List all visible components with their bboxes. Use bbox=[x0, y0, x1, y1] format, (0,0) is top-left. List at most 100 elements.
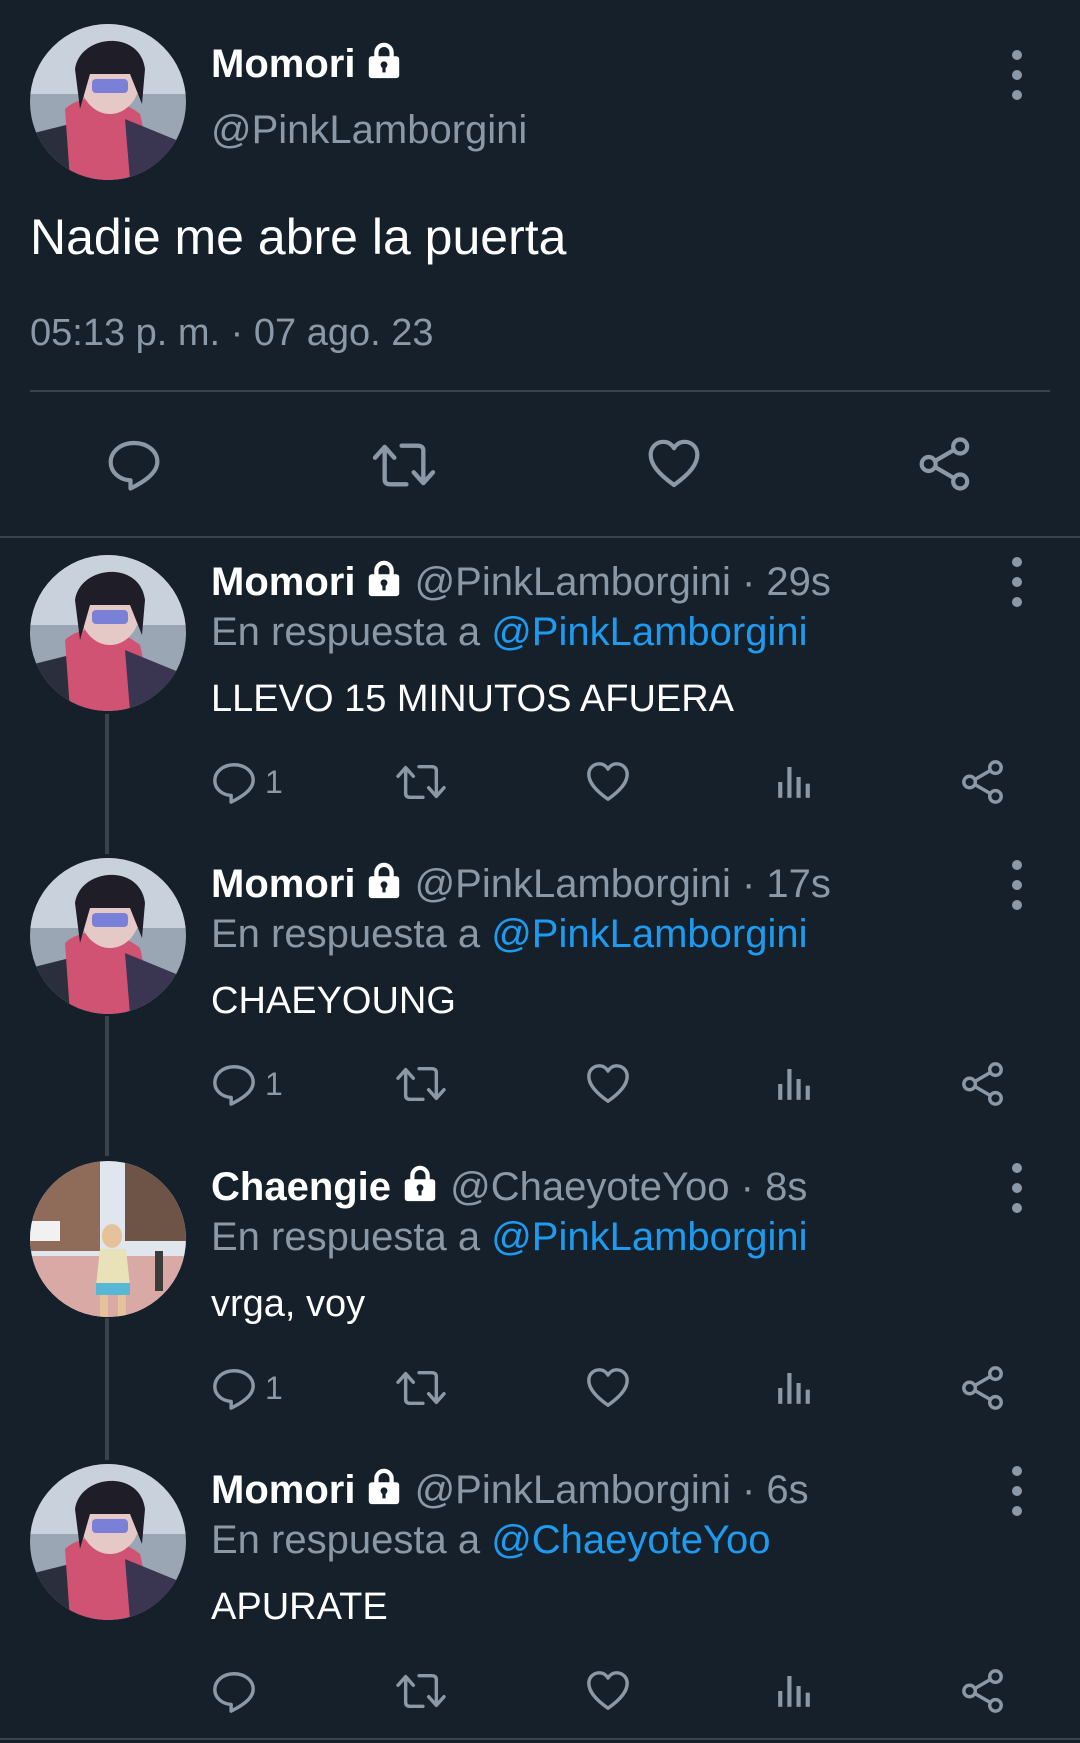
heart-icon bbox=[585, 1365, 631, 1411]
reply-header: Momori @PinkLamborgini · 17s bbox=[211, 862, 831, 907]
lock-icon bbox=[365, 1468, 403, 1506]
divider bbox=[0, 1738, 1080, 1740]
retweet-button[interactable] bbox=[394, 1358, 448, 1418]
avatar-image bbox=[30, 24, 186, 180]
main-author-handle[interactable]: @PinkLamborgini bbox=[211, 108, 527, 153]
retweet-icon[interactable] bbox=[370, 436, 438, 494]
share-button[interactable] bbox=[960, 752, 1006, 812]
share-icon bbox=[960, 1668, 1006, 1714]
reply-button[interactable] bbox=[211, 1661, 265, 1721]
retweet-icon bbox=[394, 1668, 448, 1714]
reply-button[interactable]: 1 bbox=[211, 1358, 283, 1418]
reply-to-prefix: En respuesta a bbox=[211, 1215, 492, 1259]
reply-author-handle[interactable]: @PinkLamborgini bbox=[415, 862, 731, 906]
reply-author-handle[interactable]: @PinkLamborgini bbox=[415, 560, 731, 604]
reply-icon[interactable] bbox=[106, 436, 162, 492]
reply-button[interactable]: 1 bbox=[211, 752, 283, 812]
reply-action-bar bbox=[211, 1661, 1011, 1721]
views-button[interactable] bbox=[774, 1054, 814, 1114]
views-button[interactable] bbox=[774, 752, 814, 812]
lock-icon bbox=[401, 1165, 439, 1203]
reply-text: vrga, voy bbox=[211, 1283, 366, 1325]
like-button[interactable] bbox=[585, 1358, 631, 1418]
reply-time: · 29s bbox=[742, 560, 831, 604]
share-button[interactable] bbox=[960, 1358, 1006, 1418]
reply-to-mention[interactable]: @PinkLamborgini bbox=[491, 912, 807, 956]
reply-avatar[interactable] bbox=[30, 555, 186, 711]
reply-count: 1 bbox=[265, 763, 283, 800]
reply-to-prefix: En respuesta a bbox=[211, 1518, 492, 1562]
reply-avatar[interactable] bbox=[30, 1464, 186, 1620]
reply-text: CHAEYOUNG bbox=[211, 980, 456, 1022]
reply-button[interactable]: 1 bbox=[211, 1054, 283, 1114]
reply-header: Momori @PinkLamborgini · 6s bbox=[211, 1468, 809, 1513]
reply-icon bbox=[211, 1061, 257, 1107]
more-vertical-icon[interactable] bbox=[997, 1461, 1037, 1521]
share-icon bbox=[960, 1365, 1006, 1411]
reply-header: Chaengie @ChaeyoteYoo · 8s bbox=[211, 1165, 807, 1210]
reply-avatar[interactable] bbox=[30, 1161, 186, 1317]
divider bbox=[0, 536, 1080, 538]
views-button[interactable] bbox=[774, 1358, 814, 1418]
reply-to-prefix: En respuesta a bbox=[211, 912, 492, 956]
lock-icon bbox=[365, 862, 403, 900]
reply-to-mention[interactable]: @ChaeyoteYoo bbox=[491, 1518, 770, 1562]
main-action-bar bbox=[0, 430, 1080, 494]
reply-avatar[interactable] bbox=[30, 858, 186, 1014]
reply-to-line: En respuesta a @PinkLamborgini bbox=[211, 610, 808, 655]
more-vertical-icon[interactable] bbox=[997, 1158, 1037, 1218]
reply-icon bbox=[211, 1668, 257, 1714]
reply-to-mention[interactable]: @PinkLamborgini bbox=[491, 610, 807, 654]
reply-to-line: En respuesta a @PinkLamborgini bbox=[211, 912, 808, 957]
reply-text: LLEVO 15 MINUTOS AFUERA bbox=[211, 678, 735, 720]
avatar-image bbox=[30, 1464, 186, 1620]
heart-icon[interactable] bbox=[646, 436, 702, 492]
divider bbox=[30, 390, 1050, 392]
reply-to-line: En respuesta a @ChaeyoteYoo bbox=[211, 1518, 771, 1563]
reply-time: · 6s bbox=[742, 1468, 809, 1512]
reply-time: · 8s bbox=[740, 1165, 808, 1209]
reply-action-bar: 1 bbox=[211, 752, 1011, 812]
reply-time: · 17s bbox=[742, 862, 831, 906]
views-button[interactable] bbox=[774, 1661, 814, 1721]
main-avatar[interactable] bbox=[30, 24, 186, 180]
avatar-image bbox=[30, 555, 186, 711]
retweet-button[interactable] bbox=[394, 752, 448, 812]
reply-author-handle[interactable]: @PinkLamborgini bbox=[415, 1468, 731, 1512]
reply-author-handle[interactable]: @ChaeyoteYoo bbox=[450, 1165, 729, 1209]
share-icon bbox=[960, 1061, 1006, 1107]
main-tweet-text: Nadie me abre la puerta bbox=[30, 209, 567, 265]
reply-to-line: En respuesta a @PinkLamborgini bbox=[211, 1215, 808, 1260]
retweet-button[interactable] bbox=[394, 1661, 448, 1721]
heart-icon bbox=[585, 759, 631, 805]
share-button[interactable] bbox=[960, 1661, 1006, 1721]
retweet-icon bbox=[394, 759, 448, 805]
reply-text: APURATE bbox=[211, 1586, 388, 1628]
main-author-name[interactable]: Momori bbox=[211, 42, 403, 87]
views-icon bbox=[774, 1671, 814, 1711]
more-vertical-icon[interactable] bbox=[997, 552, 1037, 612]
more-vertical-icon[interactable] bbox=[997, 45, 1037, 105]
retweet-icon bbox=[394, 1365, 448, 1411]
reply-author-name[interactable]: Chaengie bbox=[211, 1165, 391, 1209]
share-icon[interactable] bbox=[917, 436, 973, 492]
views-icon bbox=[774, 1368, 814, 1408]
reply-author-name[interactable]: Momori bbox=[211, 862, 355, 906]
heart-icon bbox=[585, 1668, 631, 1714]
author-name-text: Momori bbox=[211, 42, 356, 86]
lock-icon bbox=[365, 42, 403, 80]
like-button[interactable] bbox=[585, 1054, 631, 1114]
more-vertical-icon[interactable] bbox=[997, 855, 1037, 915]
thread-line bbox=[105, 1016, 109, 1156]
share-button[interactable] bbox=[960, 1054, 1006, 1114]
reply-to-mention[interactable]: @PinkLamborgini bbox=[491, 1215, 807, 1259]
reply-author-name[interactable]: Momori bbox=[211, 560, 355, 604]
like-button[interactable] bbox=[585, 752, 631, 812]
reply-author-name[interactable]: Momori bbox=[211, 1468, 355, 1512]
like-button[interactable] bbox=[585, 1661, 631, 1721]
heart-icon bbox=[585, 1061, 631, 1107]
retweet-button[interactable] bbox=[394, 1054, 448, 1114]
avatar-image bbox=[30, 858, 186, 1014]
main-tweet-timestamp: 05:13 p. m. · 07 ago. 23 bbox=[30, 312, 434, 354]
thread-line bbox=[105, 1318, 109, 1460]
